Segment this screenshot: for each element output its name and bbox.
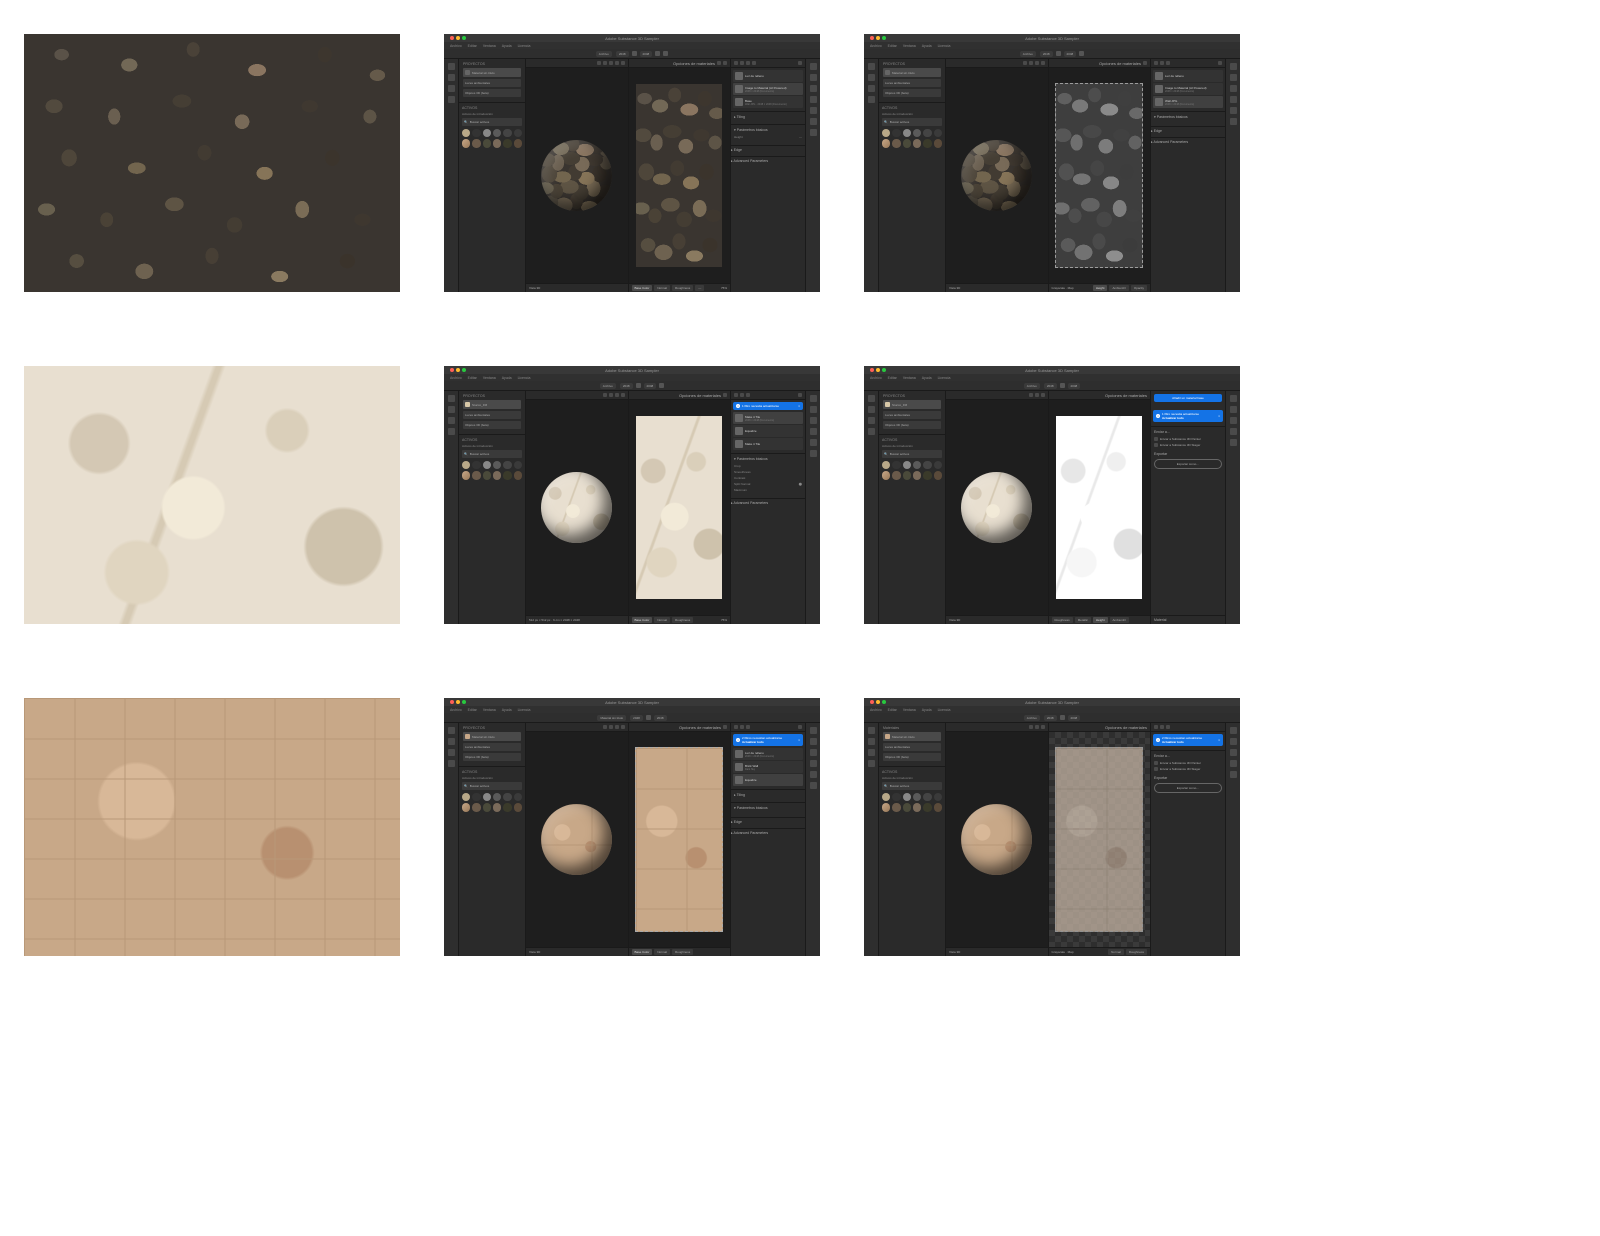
app-title: Adobe Substance 3D Sampler xyxy=(605,36,659,41)
brush-icon xyxy=(810,63,817,70)
app-plaster-basecolor: Adobe Substance 3D Sampler ArchivoEditar… xyxy=(444,366,820,624)
photo-stone-wall xyxy=(24,34,400,292)
update-banner[interactable]: i1 filtro necesita actualizarse× xyxy=(733,402,803,410)
asset-swatches[interactable] xyxy=(462,129,522,148)
menubar[interactable]: ArchivoEditarVentanaAyudaLicencia xyxy=(444,42,820,49)
right-rail[interactable] xyxy=(805,59,820,292)
app-stone-basecolor: Adobe Substance 3D Sampler ArchivoEditar… xyxy=(444,34,820,292)
app-brick-basecolor: Adobe Substance 3D Sampler ArchivoEditar… xyxy=(444,698,820,956)
layer-row[interactable]: Luz de relleno xyxy=(733,70,803,82)
add-base-button[interactable]: Añadir un material base xyxy=(1154,394,1222,402)
material-row[interactable]: Material sin título xyxy=(463,68,521,77)
projects-heading: PROYECTOS xyxy=(463,62,521,66)
export-button[interactable]: Exportar como… xyxy=(1154,783,1222,793)
thumbnail-grid: Adobe Substance 3D Sampler ArchivoEditar… xyxy=(0,0,1600,990)
export-button[interactable]: Exportar como… xyxy=(1154,459,1222,469)
app-plaster-export: Adobe Substance 3D Sampler ArchivoEditar… xyxy=(864,366,1240,624)
user-icon xyxy=(448,96,455,103)
gear-icon xyxy=(810,129,817,136)
photo-brick-wall xyxy=(24,698,400,956)
right-panel: Luz de relleno Image to Material (AI Pow… xyxy=(730,59,805,292)
layers-icon xyxy=(448,74,455,81)
left-panel: PROYECTOS Material sin título Luces ambi… xyxy=(459,59,526,292)
cloud-icon xyxy=(448,85,455,92)
app-stone-height: Adobe Substance 3D Sampler ArchivoEditar… xyxy=(864,34,1240,292)
eye-icon xyxy=(734,61,738,65)
app-brick-export: Adobe Substance 3D Sampler ArchivoEditar… xyxy=(864,698,1240,956)
left-rail[interactable] xyxy=(444,59,459,292)
search-input[interactable]: 🔍Buscar activos xyxy=(462,118,522,126)
trash-icon xyxy=(798,61,802,65)
home-icon xyxy=(448,63,455,70)
viewport-2d[interactable]: Opciones de materiales Base ColorNormalR… xyxy=(628,59,731,292)
doc-toolbar[interactable]: Archivo20482048 xyxy=(444,49,820,59)
photo-plaster-wall xyxy=(24,366,400,624)
viewport-3d[interactable]: Vista 3D xyxy=(526,59,628,292)
